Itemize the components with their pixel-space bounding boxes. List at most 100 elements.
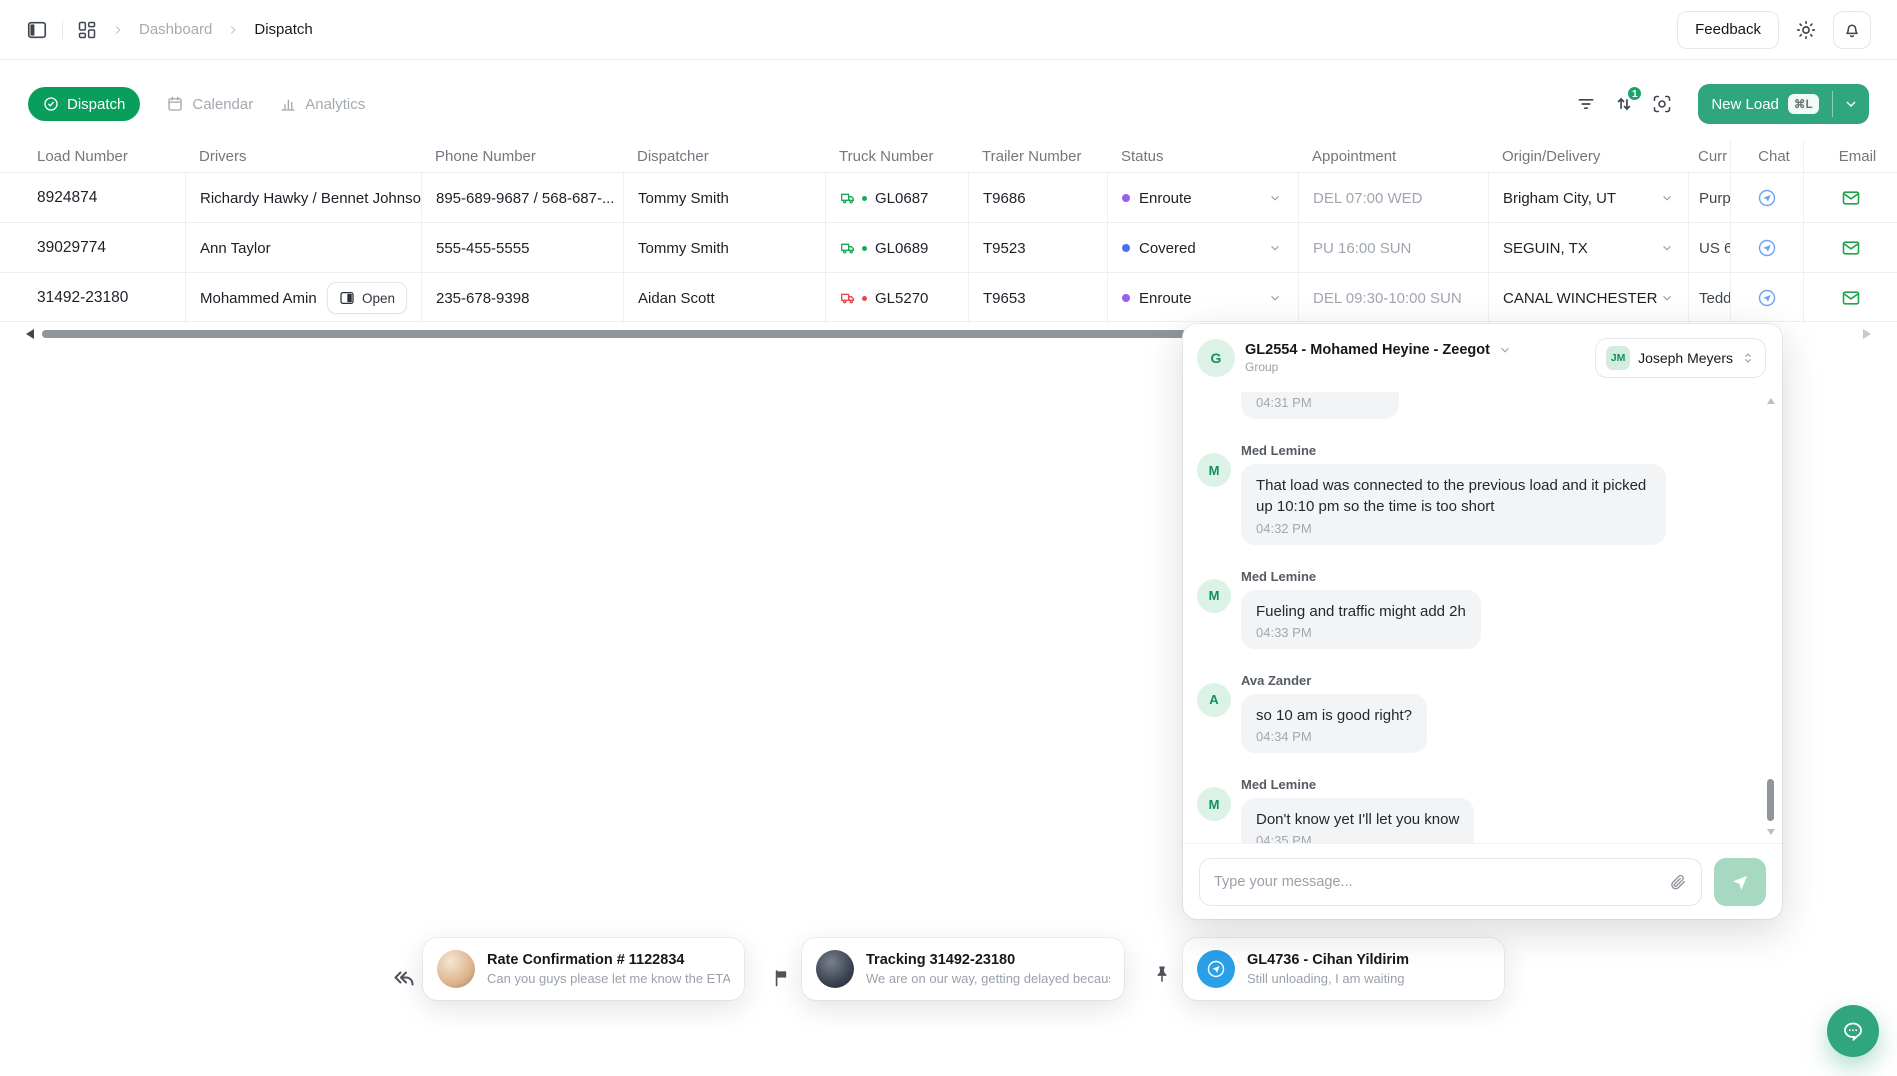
breadcrumb-parent[interactable]: Dashboard — [139, 21, 212, 38]
filter-button[interactable] — [1576, 94, 1596, 114]
send-message-button[interactable] — [1714, 858, 1766, 906]
table-row[interactable]: 31492-23180 Mohammed Amin Open 235-678-9… — [0, 272, 1897, 322]
col-origin-delivery[interactable]: Origin/Delivery — [1488, 148, 1688, 165]
email-button[interactable] — [1841, 188, 1861, 208]
col-chat[interactable]: Chat — [1730, 140, 1803, 172]
chevron-right-icon — [226, 23, 240, 37]
cell-appointment: PU 16:00 SUN — [1298, 223, 1488, 273]
reply-all-icon — [392, 966, 416, 990]
chat-scrollbar[interactable] — [1766, 398, 1776, 835]
new-load-split-button: New Load ⌘L — [1698, 84, 1869, 124]
feedback-button[interactable]: Feedback — [1677, 11, 1779, 49]
chat-message: M Med Lemine Fueling and traffic might a… — [1197, 569, 1756, 649]
status-select[interactable]: Covered — [1107, 223, 1298, 273]
col-appointment[interactable]: Appointment — [1298, 148, 1488, 165]
cell-email — [1803, 273, 1897, 323]
message-input[interactable] — [1214, 874, 1659, 890]
tab-calendar[interactable]: Calendar — [166, 95, 253, 113]
cell-phone: 235-678-9398 — [421, 273, 623, 323]
col-status[interactable]: Status — [1107, 148, 1298, 165]
bell-icon — [1842, 20, 1862, 40]
chat-messages[interactable]: 04:31 PM M Med Lemine That load was conn… — [1197, 392, 1756, 843]
avatar: M — [1197, 453, 1231, 487]
cell-drivers: Richardy Hawky / Bennet Johnson — [185, 173, 421, 223]
message-bubble: That load was connected to the previous … — [1241, 464, 1666, 545]
apps-grid-button[interactable] — [77, 20, 97, 40]
bar-chart-icon — [279, 95, 297, 113]
chat-button[interactable] — [1757, 288, 1777, 308]
new-load-button[interactable]: New Load ⌘L — [1698, 84, 1832, 124]
chat-button[interactable] — [1757, 188, 1777, 208]
origin-select[interactable]: Brigham City, UT — [1488, 173, 1688, 223]
reply-all-button[interactable] — [392, 966, 416, 990]
theme-toggle-button[interactable] — [1795, 19, 1817, 41]
chat-scrollbar-thumb[interactable] — [1767, 779, 1774, 821]
chat-button[interactable] — [1757, 238, 1777, 258]
chevron-down-icon — [1660, 191, 1674, 205]
open-load-button[interactable]: Open — [327, 282, 407, 314]
col-truck[interactable]: Truck Number — [825, 148, 968, 165]
new-load-menu-button[interactable] — [1833, 84, 1869, 124]
envelope-icon — [1841, 288, 1861, 308]
notification-card[interactable]: Rate Confirmation # 1122834 Can you guys… — [423, 938, 744, 1000]
chat-title-dropdown[interactable]: GL2554 - Mohamed Heyine - Zeegot — [1245, 342, 1512, 358]
col-dispatcher[interactable]: Dispatcher — [623, 148, 825, 165]
status-dot — [1122, 244, 1130, 252]
table-tools: 1 New Load ⌘L — [1576, 84, 1869, 124]
scroll-right-arrow-icon[interactable] — [1863, 329, 1871, 339]
attach-file-button[interactable] — [1669, 873, 1687, 891]
email-button[interactable] — [1841, 238, 1861, 258]
send-circle-avatar — [1197, 950, 1235, 988]
flag-button[interactable] — [772, 968, 792, 988]
notification-card[interactable]: Tracking 31492-23180 We are on our way, … — [802, 938, 1124, 1000]
chevron-down-icon — [1268, 291, 1282, 305]
message-input-box — [1199, 858, 1702, 906]
pin-button[interactable] — [1152, 964, 1172, 984]
notification-card[interactable]: GL4736 - Cihan Yildirim Still unloading,… — [1183, 938, 1504, 1000]
col-email[interactable]: Email — [1803, 140, 1897, 172]
scroll-left-arrow-icon[interactable] — [26, 329, 34, 339]
sidebar-toggle-button[interactable] — [26, 19, 48, 41]
message-bubble: 04:31 PM — [1241, 392, 1399, 419]
col-trailer[interactable]: Trailer Number — [968, 148, 1107, 165]
scroll-up-arrow-icon[interactable] — [1767, 398, 1775, 404]
scroll-down-arrow-icon[interactable] — [1767, 829, 1775, 835]
table-row[interactable]: 8924874 Richardy Hawky / Bennet Johnson … — [0, 172, 1897, 222]
assignee-avatar: JM — [1606, 346, 1630, 370]
origin-select[interactable]: SEGUIN, TX — [1488, 223, 1688, 273]
cell-email — [1803, 173, 1897, 223]
assignee-select[interactable]: JM Joseph Meyers — [1595, 338, 1766, 378]
cell-current: Teddy — [1688, 273, 1730, 323]
tab-dispatch[interactable]: Dispatch — [28, 87, 140, 121]
sender-name: Med Lemine — [1241, 443, 1666, 458]
avatar: M — [1197, 787, 1231, 821]
tab-analytics[interactable]: Analytics — [279, 95, 365, 113]
chevron-down-icon — [1843, 96, 1859, 112]
message-time: 04:34 PM — [1256, 729, 1412, 744]
notifications-button[interactable] — [1833, 11, 1871, 49]
cell-chat — [1730, 223, 1803, 273]
notification-title: GL4736 - Cihan Yildirim — [1247, 952, 1409, 968]
calendar-icon — [166, 95, 184, 113]
status-select[interactable]: Enroute — [1107, 273, 1298, 323]
status-select[interactable]: Enroute — [1107, 173, 1298, 223]
loads-table: Load Number Drivers Phone Number Dispatc… — [0, 140, 1897, 322]
col-load-number[interactable]: Load Number — [0, 148, 185, 165]
table-row[interactable]: 39029774 Ann Taylor 555-455-5555 Tommy S… — [0, 222, 1897, 272]
col-phone[interactable]: Phone Number — [421, 148, 623, 165]
send-circle-icon — [1757, 288, 1777, 308]
col-current[interactable]: Curr — [1688, 148, 1730, 165]
truck-status-dot — [862, 246, 867, 251]
chat-fab-button[interactable] — [1827, 1005, 1879, 1057]
email-button[interactable] — [1841, 288, 1861, 308]
chevron-down-icon — [1660, 241, 1674, 255]
avatar: A — [1197, 683, 1231, 717]
cell-dispatcher: Tommy Smith — [623, 223, 825, 273]
cell-dispatcher: Tommy Smith — [623, 173, 825, 223]
app-root: Dashboard Dispatch Feedback Dispatch Cal… — [0, 0, 1897, 1076]
scan-button[interactable] — [1652, 94, 1672, 114]
origin-select[interactable]: CANAL WINCHESTER — [1488, 273, 1688, 323]
col-drivers[interactable]: Drivers — [185, 148, 421, 165]
cell-load-number: 8924874 — [0, 173, 185, 223]
truck-status-dot — [862, 296, 867, 301]
